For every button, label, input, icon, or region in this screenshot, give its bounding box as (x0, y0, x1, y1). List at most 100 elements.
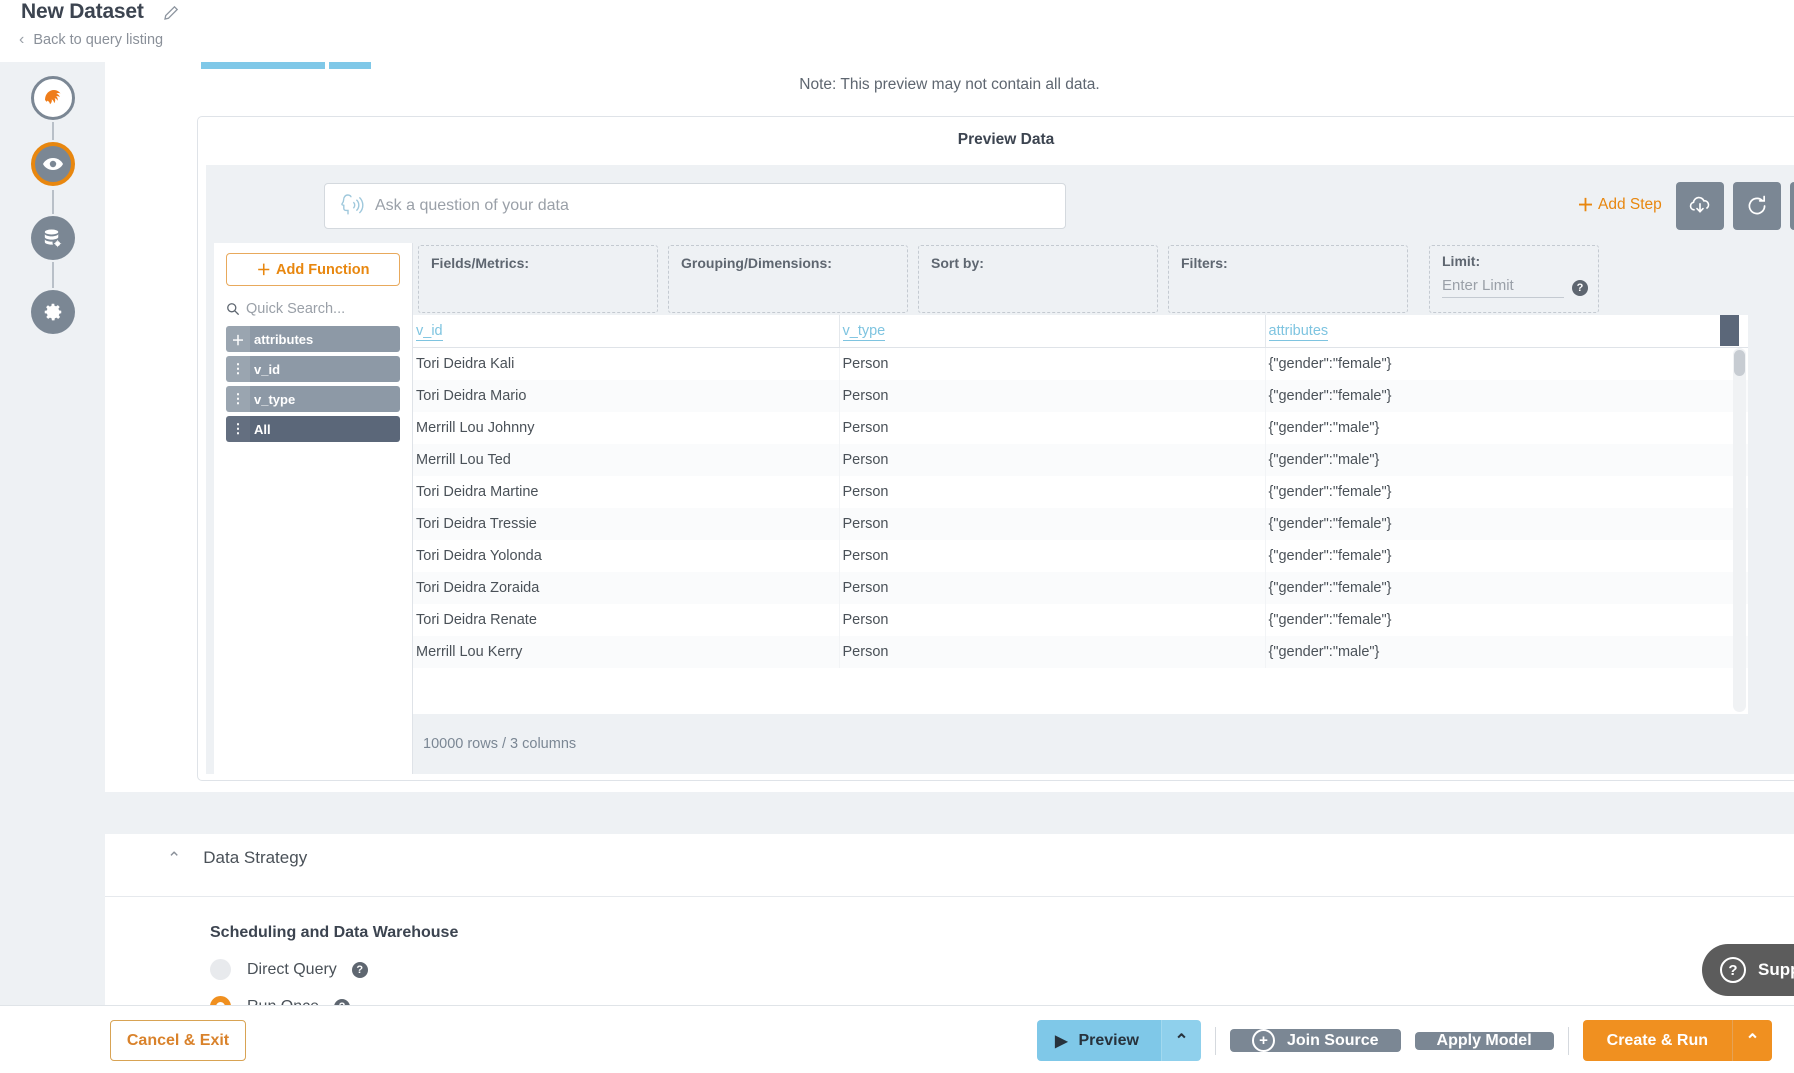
builder-label-filters: Filters: (1181, 255, 1228, 271)
create-dropdown-toggle[interactable]: ⌃ (1732, 1020, 1772, 1061)
back-to-query-listing-link[interactable]: ‹ Back to query listing (19, 32, 163, 48)
cell-v-type: Person (839, 380, 1265, 412)
tiger-logo-icon (40, 85, 66, 111)
table-row[interactable]: Tori Deidra Mario Person {"gender":"fema… (413, 380, 1748, 412)
table-row[interactable]: Tori Deidra Tressie Person {"gender":"fe… (413, 508, 1748, 540)
quick-search-placeholder: Quick Search... (246, 301, 345, 317)
create-and-run-button[interactable]: Create & Run (1583, 1020, 1732, 1061)
database-gear-icon (41, 227, 64, 250)
builder-label-sort: Sort by: (931, 255, 984, 271)
preview-data-card: Preview Data Ask a question of your data (197, 116, 1794, 781)
table-row[interactable]: Tori Deidra Renate Person {"gender":"fem… (413, 604, 1748, 636)
cancel-and-exit-button[interactable]: Cancel & Exit (110, 1020, 246, 1061)
preview-button[interactable]: ▶ Preview (1037, 1020, 1161, 1061)
scheduling-subtitle: Scheduling and Data Warehouse (210, 924, 458, 942)
add-function-label: Add Function (276, 262, 369, 278)
builder-dropzone-fields[interactable]: Fields/Metrics: (418, 245, 658, 313)
pencil-icon[interactable] (163, 5, 179, 21)
cell-v-id: Tori Deidra Zoraida (413, 572, 839, 604)
cell-attributes: {"gender":"female"} (1265, 476, 1748, 508)
radio-button[interactable] (210, 959, 231, 980)
table-vertical-scrollbar[interactable] (1733, 348, 1746, 712)
table-row[interactable]: Tori Deidra Kali Person {"gender":"femal… (413, 348, 1748, 381)
bar-chart-icon[interactable] (1790, 182, 1794, 230)
tab-active-indicator[interactable] (201, 62, 325, 69)
drag-handle-icon[interactable]: ⋮ (226, 356, 250, 382)
table-row[interactable]: Merrill Lou Ted Person {"gender":"male"} (413, 444, 1748, 476)
field-chip-label: All (250, 422, 271, 437)
field-chip-v-id[interactable]: ⋮ v_id (226, 356, 400, 382)
cell-attributes: {"gender":"female"} (1265, 508, 1748, 540)
page-header: New Dataset ‹ Back to query listing (0, 0, 1794, 62)
section-gap (105, 792, 1794, 834)
rail-item-settings[interactable] (31, 290, 75, 334)
cell-v-id: Tori Deidra Renate (413, 604, 839, 636)
drag-handle-icon[interactable]: ⋮ (226, 386, 250, 412)
download-icon[interactable] (1676, 182, 1724, 230)
eye-icon (41, 152, 65, 176)
cell-attributes: {"gender":"female"} (1265, 604, 1748, 636)
field-chip-label: v_id (250, 362, 280, 377)
plus-icon: ＋ (226, 326, 250, 352)
column-header-attributes[interactable]: attributes (1265, 315, 1748, 348)
rail-item-logo[interactable] (31, 76, 75, 120)
join-source-button[interactable]: + Join Source (1230, 1029, 1401, 1052)
quick-search-input[interactable]: Quick Search... (226, 296, 400, 322)
step-rail (0, 62, 105, 1073)
question-mark-icon[interactable]: ? (1572, 280, 1588, 296)
field-chip-all[interactable]: ⋮ All (226, 416, 400, 442)
refresh-icon[interactable] (1733, 182, 1781, 230)
rail-connector (52, 262, 54, 288)
cell-attributes: {"gender":"male"} (1265, 636, 1748, 668)
search-input[interactable]: Ask a question of your data (324, 183, 1066, 229)
plus-icon: ＋ (1577, 197, 1594, 214)
data-strategy-toggle[interactable]: ⌃ Data Strategy (167, 848, 307, 868)
question-mark-icon[interactable]: ? (352, 962, 368, 978)
apply-model-button[interactable]: Apply Model (1415, 1032, 1554, 1050)
cell-v-id: Merrill Lou Johnny (413, 412, 839, 444)
limit-input[interactable] (1442, 277, 1564, 298)
table-corner-selector[interactable] (1720, 315, 1739, 346)
preview-label: Preview (1078, 1032, 1138, 1050)
support-label: Support (1758, 960, 1794, 980)
rail-item-preview[interactable] (31, 142, 75, 186)
builder-dropzone-filters[interactable]: Filters: (1168, 245, 1408, 313)
cell-attributes: {"gender":"male"} (1265, 412, 1748, 444)
cell-v-type: Person (839, 444, 1265, 476)
cell-v-id: Tori Deidra Tressie (413, 508, 839, 540)
add-function-button[interactable]: ＋ Add Function (226, 253, 400, 286)
tab-secondary-indicator[interactable] (329, 62, 371, 69)
divider (105, 896, 1794, 897)
table-row[interactable]: Merrill Lou Johnny Person {"gender":"mal… (413, 412, 1748, 444)
field-chip-v-type[interactable]: ⋮ v_type (226, 386, 400, 412)
cell-v-type: Person (839, 636, 1265, 668)
row-count-label: 10000 rows / 3 columns (423, 736, 576, 752)
preview-dropdown-toggle[interactable]: ⌃ (1161, 1020, 1201, 1061)
rail-item-data-source[interactable] (31, 216, 75, 260)
table-row[interactable]: Merrill Lou Kerry Person {"gender":"male… (413, 636, 1748, 668)
drag-handle-icon[interactable]: ⋮ (226, 416, 250, 442)
column-header-v-id[interactable]: v_id (413, 315, 839, 348)
support-button[interactable]: ? Support (1702, 944, 1794, 996)
data-strategy-title: Data Strategy (203, 848, 307, 868)
radio-direct-query[interactable]: Direct Query ? (210, 959, 368, 980)
speaking-head-icon (339, 194, 365, 218)
gear-icon (42, 301, 64, 323)
add-step-label: Add Step (1598, 196, 1662, 214)
cell-v-id: Tori Deidra Yolonda (413, 540, 839, 572)
builder-limit-group: Limit: ? (1429, 245, 1599, 313)
add-step-button[interactable]: ＋ Add Step (1577, 196, 1662, 214)
builder-dropzone-sort[interactable]: Sort by: (918, 245, 1158, 313)
scrollbar-thumb[interactable] (1734, 350, 1745, 376)
column-header-v-type[interactable]: v_type (839, 315, 1265, 348)
preview-button-group: ▶ Preview ⌃ (1037, 1020, 1201, 1061)
table-row[interactable]: Tori Deidra Yolonda Person {"gender":"fe… (413, 540, 1748, 572)
table-row[interactable]: Tori Deidra Zoraida Person {"gender":"fe… (413, 572, 1748, 604)
field-chip-label: v_type (250, 392, 295, 407)
field-chip-attributes[interactable]: ＋ attributes (226, 326, 400, 352)
table-row[interactable]: Tori Deidra Martine Person {"gender":"fe… (413, 476, 1748, 508)
cell-v-id: Tori Deidra Martine (413, 476, 839, 508)
cell-v-type: Person (839, 412, 1265, 444)
query-builder: Fields/Metrics: Grouping/Dimensions: Sor… (413, 243, 1748, 315)
builder-dropzone-grouping[interactable]: Grouping/Dimensions: (668, 245, 908, 313)
